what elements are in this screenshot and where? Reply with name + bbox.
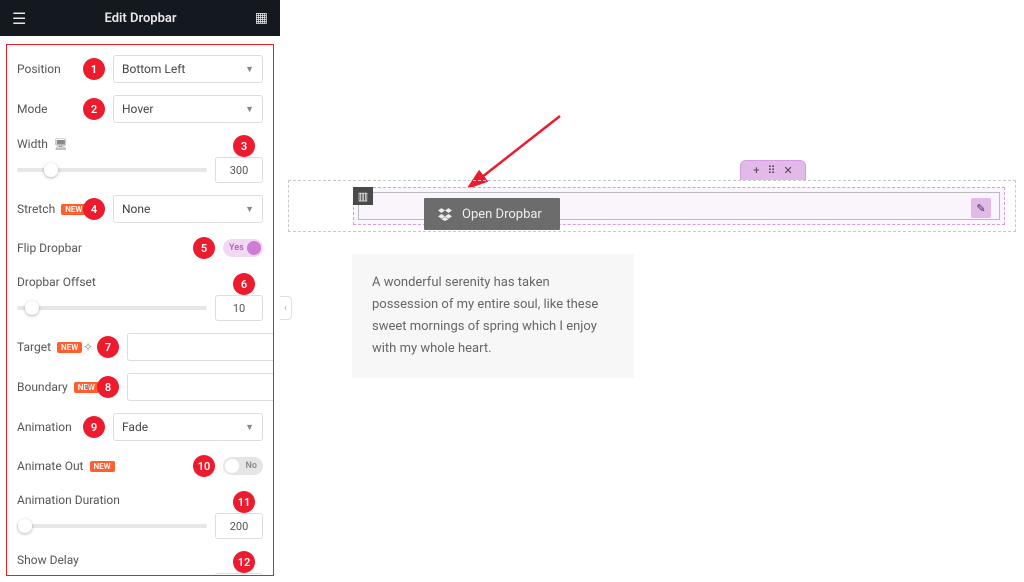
label-position: Position bbox=[17, 62, 83, 76]
preview-canvas: ‹ + ⠿ ✕ ▥ ✎ Open Dropbar bbox=[280, 0, 1024, 582]
row-target: Target NEW ✧ 7 🗑 bbox=[17, 333, 263, 361]
dropbox-icon bbox=[438, 207, 452, 221]
annotation-9: 9 bbox=[83, 416, 105, 438]
editor-sidebar: ☰ Edit Dropbar ▦ Position 1 Bottom Left … bbox=[0, 0, 280, 582]
settings-panel: Position 1 Bottom Left ▼ Mode 2 Hover ▼ bbox=[6, 44, 274, 576]
input-anim-duration[interactable]: 200 bbox=[215, 513, 263, 539]
select-animation-value: Fade bbox=[122, 420, 148, 434]
input-boundary[interactable] bbox=[127, 373, 274, 401]
panel-title: Edit Dropbar bbox=[26, 11, 254, 26]
select-position-value: Bottom Left bbox=[122, 62, 185, 76]
column[interactable]: ✎ Open Dropbar bbox=[353, 187, 1005, 225]
row-anim-duration: Animation Duration 11 200 bbox=[17, 491, 263, 539]
slider-width[interactable] bbox=[17, 168, 207, 172]
chevron-down-icon: ▼ bbox=[245, 204, 254, 215]
chevron-down-icon: ▼ bbox=[245, 422, 254, 433]
sidebar-header: ☰ Edit Dropbar ▦ bbox=[0, 0, 280, 36]
widgets-grid-icon[interactable]: ▦ bbox=[255, 10, 268, 26]
toggle-knob bbox=[225, 459, 239, 473]
dropbar-content-text: A wonderful serenity has taken possessio… bbox=[372, 275, 598, 356]
input-target[interactable] bbox=[127, 333, 274, 361]
slider-thumb[interactable] bbox=[25, 301, 39, 315]
row-animation: Animation 9 Fade ▼ bbox=[17, 413, 263, 441]
select-stretch-value: None bbox=[122, 202, 150, 216]
label-target: Target NEW bbox=[17, 340, 83, 354]
input-offset[interactable]: 10 bbox=[215, 295, 263, 321]
section-handle[interactable]: + ⠿ ✕ bbox=[740, 160, 806, 180]
label-offset: Dropbar Offset bbox=[17, 275, 96, 289]
select-mode[interactable]: Hover ▼ bbox=[113, 95, 263, 123]
new-badge: NEW bbox=[57, 342, 82, 353]
annotation-8: 8 bbox=[97, 376, 119, 398]
row-width: Width 🖥 3 300 bbox=[17, 135, 263, 183]
row-animate-out: Animate Out NEW 10 No bbox=[17, 453, 263, 479]
slider-anim-duration[interactable] bbox=[17, 524, 207, 528]
select-stretch[interactable]: None ▼ bbox=[113, 195, 263, 223]
section[interactable]: ▥ ✎ Open Dropbar bbox=[288, 180, 1016, 232]
annotation-3: 3 bbox=[233, 135, 255, 157]
label-anim-duration: Animation Duration bbox=[17, 493, 120, 507]
annotation-1: 1 bbox=[83, 58, 105, 80]
dropbar-trigger-button[interactable]: Open Dropbar bbox=[424, 198, 560, 230]
select-animation[interactable]: Fade ▼ bbox=[113, 413, 263, 441]
column-handle-icon[interactable]: ▥ bbox=[353, 187, 373, 205]
slider-offset[interactable] bbox=[17, 306, 207, 310]
select-mode-value: Hover bbox=[122, 102, 153, 116]
slider-thumb[interactable] bbox=[18, 519, 32, 533]
row-boundary: Boundary NEW ✧ 8 🗑 bbox=[17, 373, 263, 401]
dynamic-icon[interactable]: ✧ bbox=[83, 340, 93, 354]
collapse-sidebar-handle[interactable]: ‹ bbox=[280, 296, 292, 320]
annotation-6: 6 bbox=[233, 273, 255, 295]
dropbar-button-label: Open Dropbar bbox=[462, 207, 542, 222]
edit-widget-icon[interactable]: ✎ bbox=[971, 198, 991, 218]
chevron-down-icon: ▼ bbox=[245, 64, 254, 75]
label-animation: Animation bbox=[17, 420, 83, 434]
annotation-4: 4 bbox=[83, 198, 105, 220]
label-mode: Mode bbox=[17, 102, 83, 116]
input-width[interactable]: 300 bbox=[215, 157, 263, 183]
dynamic-icon[interactable]: ✧ bbox=[83, 380, 93, 394]
label-animate-out: Animate Out NEW bbox=[17, 459, 115, 473]
annotation-2: 2 bbox=[83, 98, 105, 120]
slider-thumb[interactable] bbox=[44, 163, 58, 177]
add-section-icon[interactable]: + bbox=[753, 164, 759, 177]
input-show-delay[interactable]: 0 bbox=[215, 573, 263, 576]
delete-section-icon[interactable]: ✕ bbox=[784, 164, 793, 177]
row-flip: Flip Dropbar 5 Yes bbox=[17, 235, 263, 261]
label-boundary: Boundary NEW bbox=[17, 380, 83, 394]
desktop-device-icon[interactable]: 🖥 bbox=[54, 138, 68, 151]
toggle-animate-out[interactable]: No bbox=[223, 457, 263, 475]
annotation-10: 10 bbox=[193, 455, 215, 477]
select-position[interactable]: Bottom Left ▼ bbox=[113, 55, 263, 83]
label-flip: Flip Dropbar bbox=[17, 241, 82, 255]
label-show-delay: Show Delay bbox=[17, 553, 79, 567]
label-width: Width 🖥 bbox=[17, 137, 68, 151]
row-position: Position 1 Bottom Left ▼ bbox=[17, 55, 263, 83]
annotation-5: 5 bbox=[193, 237, 215, 259]
label-stretch: Stretch NEW bbox=[17, 202, 83, 216]
annotation-12: 12 bbox=[233, 551, 255, 573]
dropbar-content: A wonderful serenity has taken possessio… bbox=[352, 254, 634, 378]
toggle-knob bbox=[247, 241, 261, 255]
chevron-down-icon: ▼ bbox=[245, 104, 254, 115]
row-mode: Mode 2 Hover ▼ bbox=[17, 95, 263, 123]
row-offset: Dropbar Offset 6 10 bbox=[17, 273, 263, 321]
menu-icon[interactable]: ☰ bbox=[12, 9, 26, 28]
new-badge: NEW bbox=[90, 461, 115, 472]
drag-section-icon[interactable]: ⠿ bbox=[767, 164, 775, 177]
toggle-flip[interactable]: Yes bbox=[223, 239, 263, 257]
annotation-11: 11 bbox=[233, 491, 255, 513]
row-show-delay: Show Delay 12 0 bbox=[17, 551, 263, 576]
row-stretch: Stretch NEW 4 None ▼ bbox=[17, 195, 263, 223]
annotation-7: 7 bbox=[97, 336, 119, 358]
